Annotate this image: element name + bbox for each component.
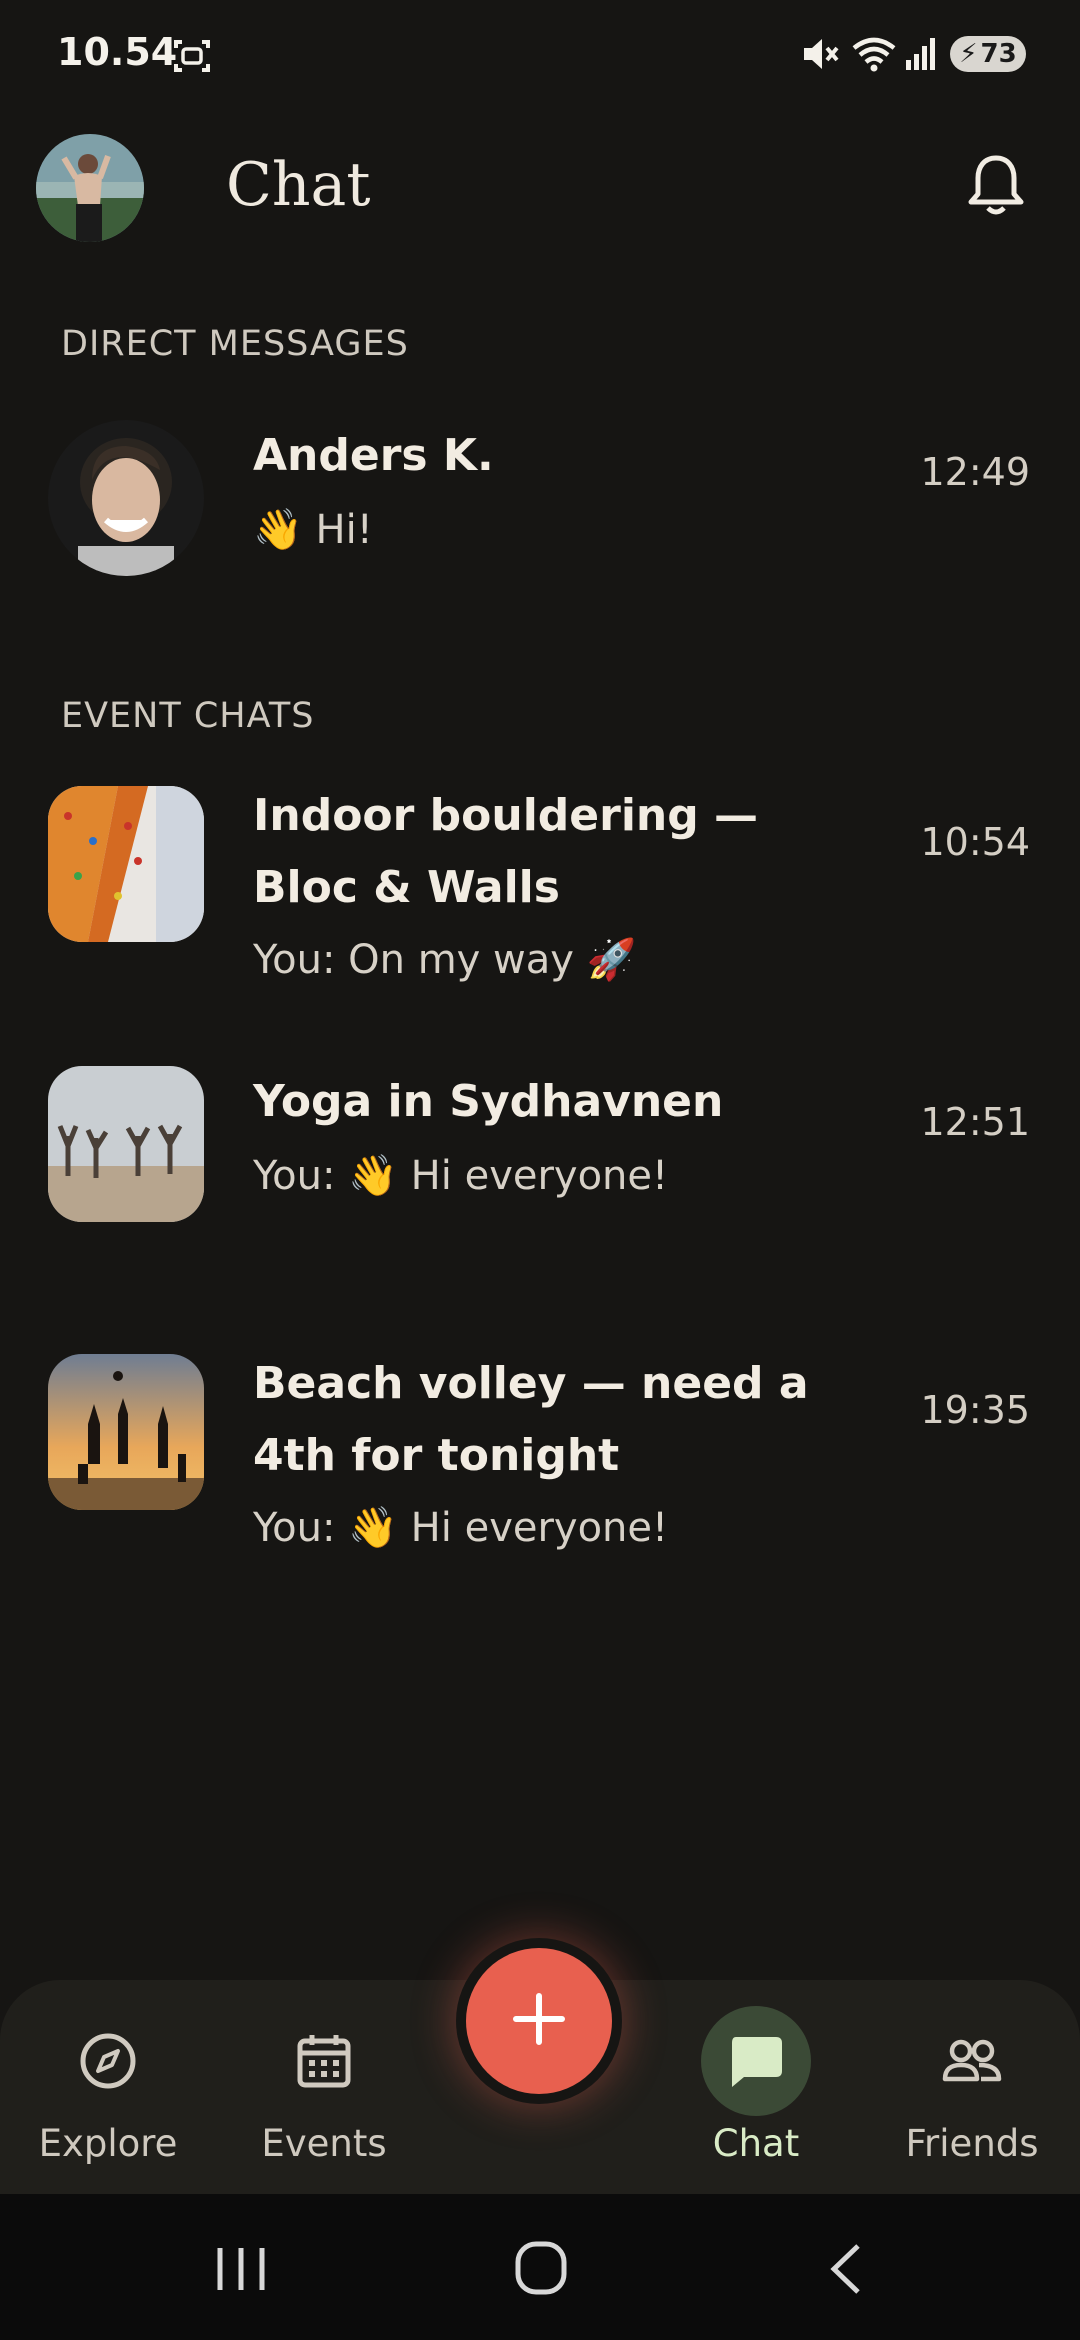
people-icon (917, 2006, 1027, 2116)
page-title: Chat (226, 150, 371, 220)
direct-messages-label: DIRECT MESSAGES (61, 324, 409, 364)
status-bar: 10.54 ⚡ 73 (0, 0, 1080, 110)
message-preview: 👋 Hi! (253, 506, 373, 553)
bell-icon[interactable] (966, 152, 1026, 223)
plus-icon (512, 1992, 566, 2051)
home-icon[interactable] (514, 2240, 568, 2301)
event-chat-row[interactable]: Beach volley — need a 4th for tonight Yo… (0, 1354, 1080, 1564)
battery-icon: ⚡ 73 (950, 36, 1026, 72)
message-text: Hi everyone! (410, 1153, 669, 1199)
event-chat-row[interactable]: Yoga in Sydhavnen You: 👋 Hi everyone! 12… (0, 1066, 1080, 1236)
nav-label: Explore (38, 2122, 178, 2165)
rocket-emoji: 🚀 (586, 937, 637, 983)
message-preview: You: On my way 🚀 (253, 936, 636, 983)
message-sender: You: (253, 1153, 349, 1199)
message-time: 10:54 (920, 820, 1030, 864)
message-sender: You: (253, 937, 349, 983)
message-sender: You: (253, 1505, 349, 1551)
message-text: Hi! (315, 507, 373, 553)
compass-icon (53, 2006, 163, 2116)
wave-emoji: 👋 (253, 507, 303, 553)
contact-avatar (48, 420, 204, 576)
contact-name: Anders K. (253, 430, 494, 481)
message-text: Hi everyone! (410, 1505, 669, 1551)
nav-friends[interactable]: Friends (864, 1980, 1080, 2194)
nav-events[interactable]: Events (216, 1980, 432, 2194)
mute-icon (800, 34, 840, 79)
event-chat-row[interactable]: Indoor bouldering — Bloc & Walls You: On… (0, 786, 1080, 996)
message-time: 12:51 (920, 1100, 1030, 1144)
wifi-icon (850, 34, 898, 79)
nav-label: Friends (905, 2122, 1039, 2165)
message-time: 19:35 (920, 1388, 1030, 1432)
chat-bubble-icon (701, 2006, 811, 2116)
event-thumbnail (48, 1354, 204, 1510)
create-event-button[interactable] (466, 1948, 612, 2094)
event-chats-label: EVENT CHATS (61, 696, 315, 736)
event-thumbnail (48, 1066, 204, 1222)
nav-label: Events (261, 2122, 387, 2165)
recent-apps-icon[interactable] (214, 2244, 268, 2299)
nav-chat[interactable]: Chat (648, 1980, 864, 2194)
nav-label: Chat (712, 2122, 800, 2165)
screenshot-icon (172, 36, 212, 81)
direct-message-row[interactable]: Anders K. 👋 Hi! 12:49 (0, 420, 1080, 590)
signal-icon (904, 34, 940, 79)
system-nav-bar (0, 2194, 1080, 2340)
wave-emoji: 👋 (348, 1153, 398, 1199)
message-preview: You: 👋 Hi everyone! (253, 1504, 668, 1551)
status-time: 10.54 (57, 30, 178, 74)
wave-emoji: 👋 (348, 1505, 398, 1551)
event-title: Yoga in Sydhavnen (253, 1076, 724, 1127)
nav-explore[interactable]: Explore (0, 1980, 216, 2194)
event-title: Indoor bouldering — Bloc & Walls (253, 790, 759, 913)
chat-screen: 10.54 ⚡ 73 Chat DIRECT MESSAGES Anders K… (0, 0, 1080, 2340)
profile-avatar[interactable] (36, 134, 144, 242)
message-preview: You: 👋 Hi everyone! (253, 1152, 668, 1199)
battery-level: 73 (980, 39, 1017, 69)
message-time: 12:49 (920, 450, 1030, 494)
back-icon[interactable] (826, 2242, 866, 2301)
calendar-icon (269, 2006, 379, 2116)
event-title: Beach volley — need a 4th for tonight (253, 1358, 809, 1481)
event-thumbnail (48, 786, 204, 942)
message-text: On my way (348, 937, 574, 983)
